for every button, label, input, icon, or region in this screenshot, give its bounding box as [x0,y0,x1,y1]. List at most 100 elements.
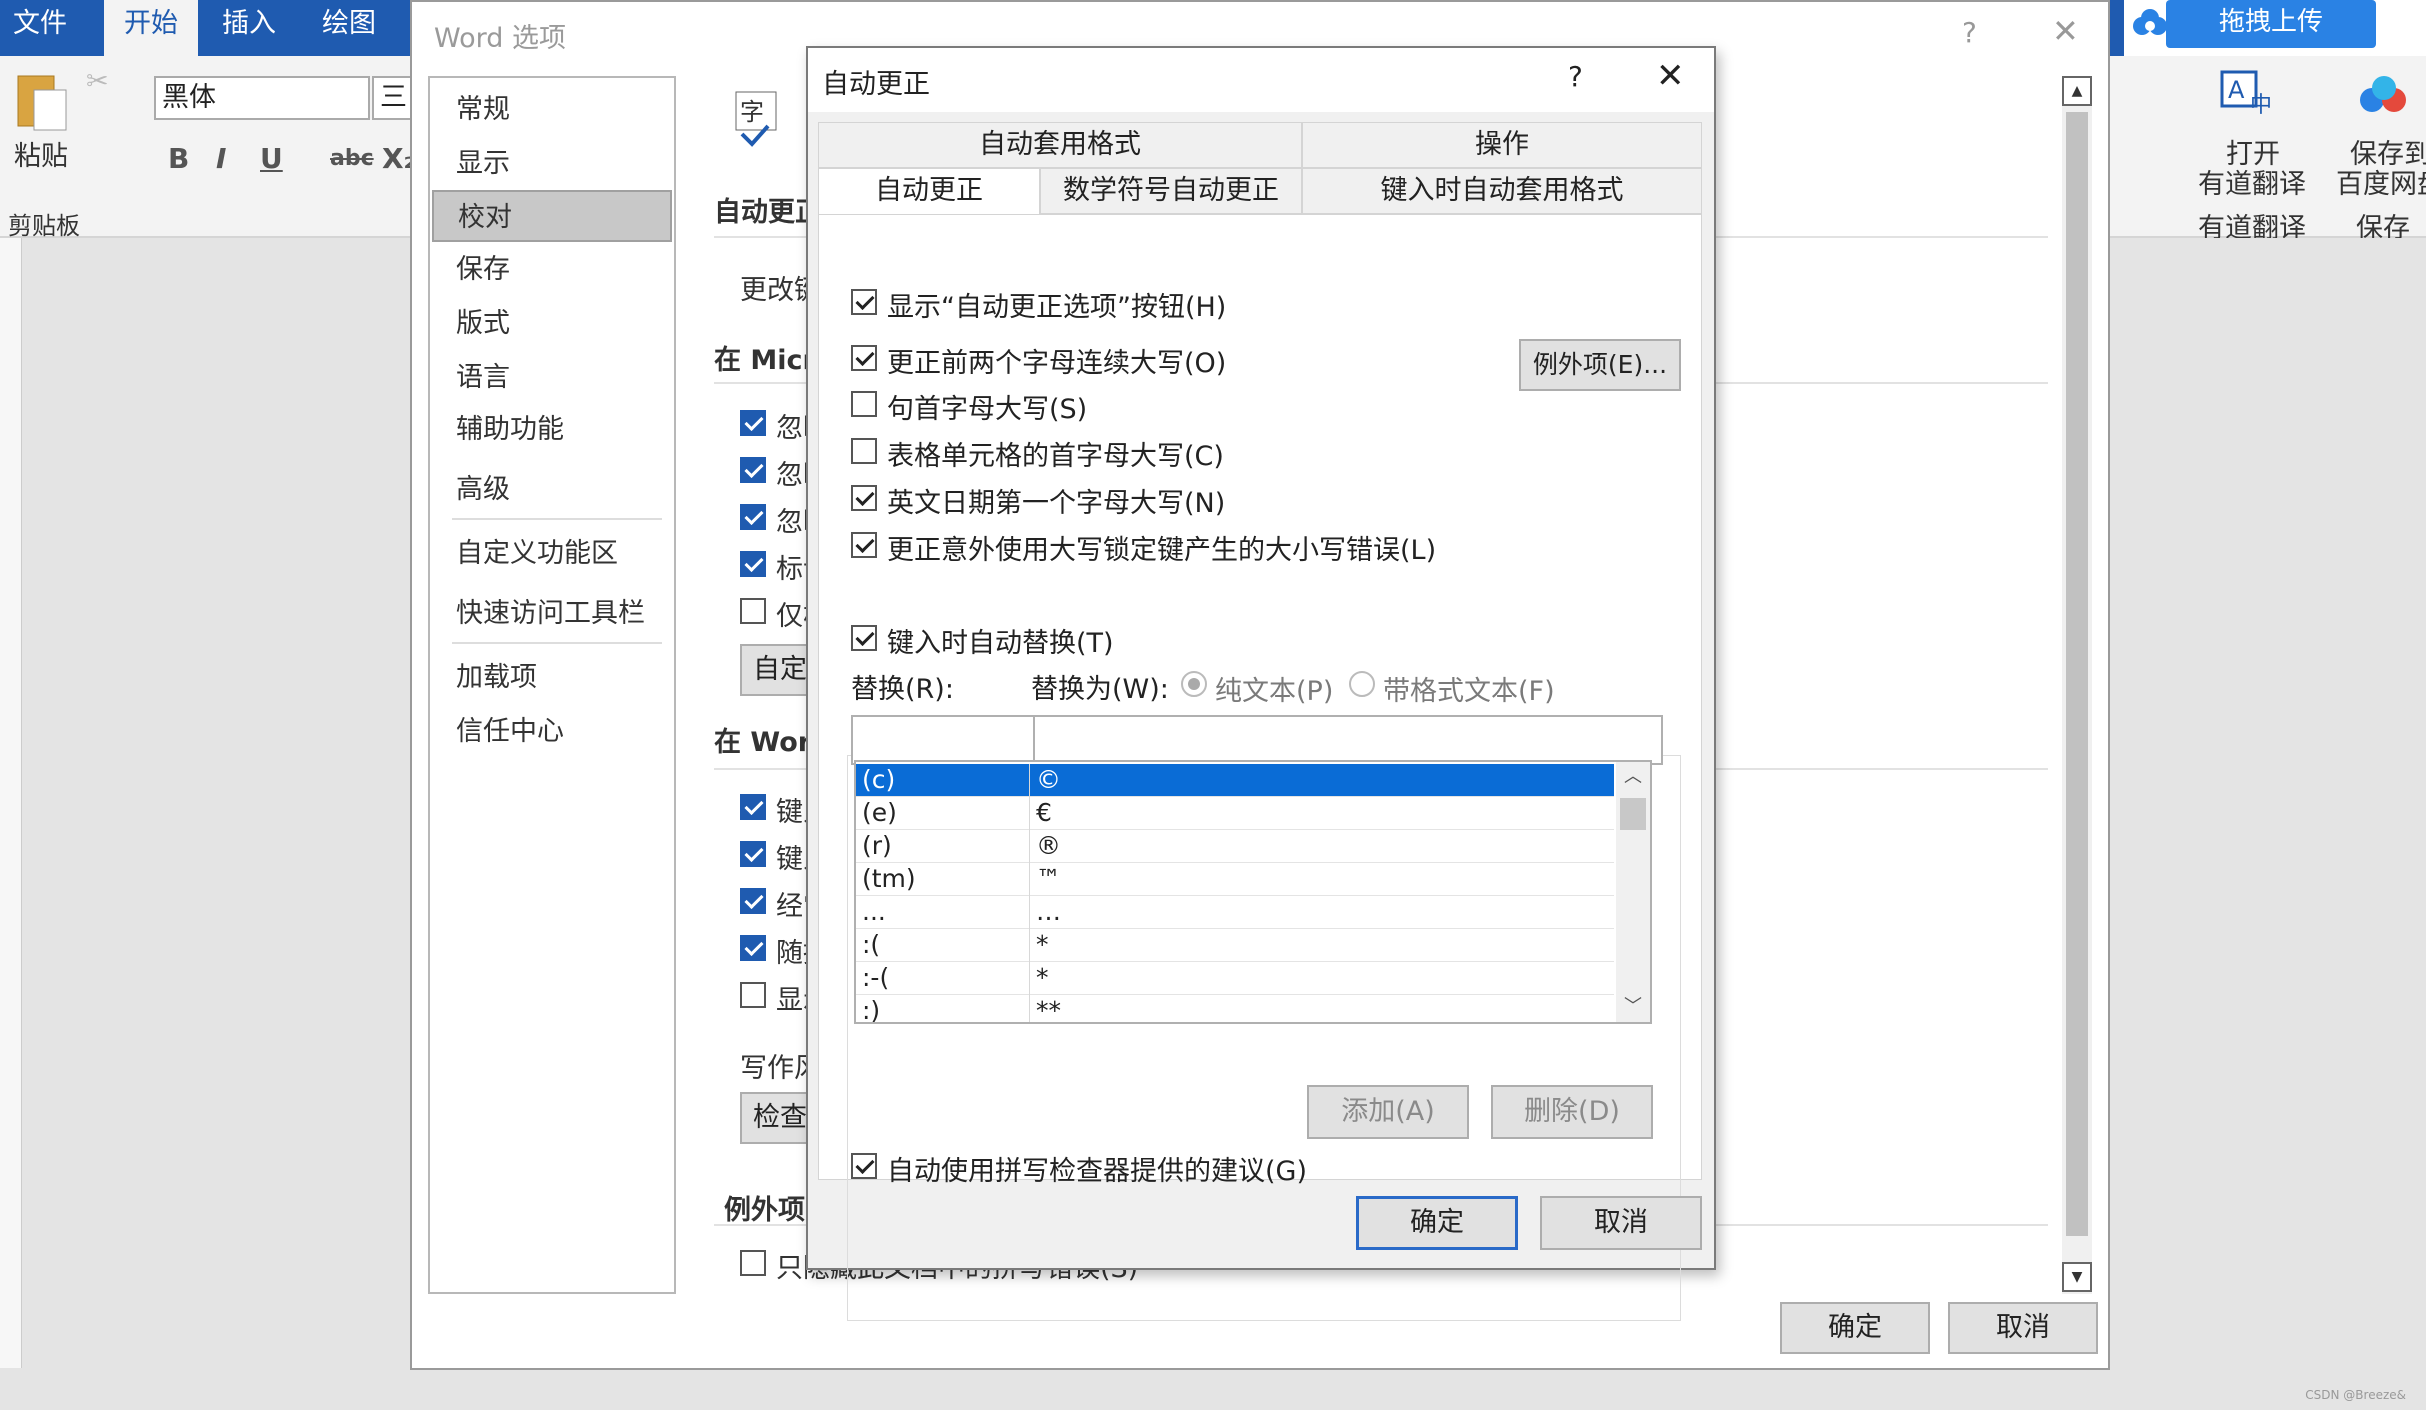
cancel-button[interactable]: 取消 [1540,1196,1702,1250]
nav-separator [452,518,662,520]
word-option-4-checkbox[interactable] [740,935,766,961]
hide-spelling-checkbox[interactable] [740,1250,766,1276]
nav-layout[interactable]: 版式 [432,298,672,350]
tab-autoformat-as-type[interactable]: 键入时自动套用格式 [1302,168,1702,214]
plain-text-label: 纯文本(P) [1215,676,1334,707]
youdao-translate-label[interactable]: 有道翻译 [2198,162,2306,201]
nav-proofing[interactable]: 校对 [432,190,672,242]
table-scrollbar[interactable]: ︿ ﹀ [1616,762,1650,1022]
close-button[interactable]: ✕ [2052,12,2079,50]
ms-option-2-checkbox[interactable] [740,457,766,483]
strikethrough-button[interactable]: abc [330,146,374,171]
tab-home[interactable]: 开始 [104,0,198,56]
word-option-1-checkbox[interactable] [740,794,766,820]
nav-trust-center[interactable]: 信任中心 [432,706,672,758]
baidu-cloud-icon [2133,9,2167,35]
youdao-translate-icon[interactable]: A中 [2218,68,2278,118]
options-scrollbar[interactable]: ▲ ▼ [2062,76,2092,1294]
word-option-2-checkbox[interactable] [740,841,766,867]
table-scroll-thumb[interactable] [1620,798,1646,830]
sentence-cap-label: 句首字母大写(S) [887,394,1088,425]
delete-button[interactable]: 删除(D) [1491,1085,1653,1139]
baidu-netdisk-label[interactable]: 百度网盘 [2336,162,2426,201]
ok-button[interactable]: 确定 [1356,1196,1518,1250]
word-option-3-checkbox[interactable] [740,888,766,914]
replacement-table[interactable]: (c) © (e) € (r) ® (tm) ™...…:(*:-(*:) ** ︿ ﹀ [854,760,1652,1024]
table-cell-cap-checkbox[interactable] [851,438,877,464]
paste-label[interactable]: 粘贴 [14,134,68,173]
scroll-up-icon[interactable]: ▲ [2062,76,2092,106]
underline-button[interactable]: U [260,142,283,175]
options-ok-button[interactable]: 确定 [1780,1302,1930,1354]
help-button[interactable]: ? [1568,60,1583,93]
ms-option-1-checkbox[interactable] [740,410,766,436]
cut-icon[interactable]: ✂ [86,66,109,97]
tab-file[interactable]: 文件 [0,0,80,56]
nav-accessibility[interactable]: 辅助功能 [432,404,672,456]
show-options-buttons-checkbox[interactable] [851,289,877,315]
scroll-down-icon[interactable]: ▼ [2062,1262,2092,1292]
help-button[interactable]: ? [1962,16,1977,49]
table-row[interactable]: ...… [856,896,1614,929]
table-row[interactable]: :) ** [856,995,1614,1024]
table-row[interactable]: (r) ® [856,830,1614,863]
show-options-buttons-label: 显示“自动更正选项”按钮(H) [887,292,1227,323]
replace-cell: (e) [860,797,1030,830]
tab-autoformat[interactable]: 自动套用格式 [818,122,1302,168]
baidu-netdisk-icon[interactable] [2356,74,2412,118]
table-row[interactable]: :-(* [856,962,1614,995]
options-cancel-button[interactable]: 取消 [1948,1302,2098,1354]
table-row[interactable]: (e) € [856,797,1614,830]
replace-input[interactable] [851,715,1035,765]
table-row[interactable]: (tm) ™ [856,863,1614,896]
paste-icon[interactable] [12,66,72,136]
ms-option-4-checkbox[interactable] [740,551,766,577]
with-cell: * [1036,930,1049,959]
replace-as-type-checkbox[interactable] [851,625,877,651]
add-button[interactable]: 添加(A) [1307,1085,1469,1139]
font-name-select[interactable]: 黑体 [154,76,370,120]
formatted-text-radio[interactable] [1349,671,1375,697]
day-names-checkbox[interactable] [851,485,877,511]
ms-option-3-checkbox[interactable] [740,504,766,530]
ms-option-5-checkbox[interactable] [740,598,766,624]
chevron-up-icon[interactable]: ︿ [1616,762,1650,792]
nav-quick-access[interactable]: 快速访问工具栏 [432,588,672,640]
svg-text:A: A [2228,76,2245,104]
caps-lock-checkbox[interactable] [851,532,877,558]
bold-button[interactable]: B [168,142,189,175]
replace-label: 替换(R): [851,674,954,705]
with-input[interactable] [1033,715,1663,765]
chevron-down-icon[interactable]: ﹀ [1616,992,1650,1022]
sentence-cap-checkbox[interactable] [851,391,877,417]
word-option-5-checkbox[interactable] [740,982,766,1008]
table-row[interactable]: :(* [856,929,1614,962]
with-label: 替换为(W): [1031,674,1169,705]
close-button[interactable]: ✕ [1656,56,1685,96]
tab-autocorrect[interactable]: 自动更正 [818,168,1040,214]
exceptions-button[interactable]: 例外项(E)... [1519,339,1681,391]
two-initials-checkbox[interactable] [851,345,877,371]
spell-suggest-checkbox[interactable] [851,1153,877,1179]
replace-cell: (tm) [860,863,1030,896]
nav-advanced[interactable]: 高级 [432,464,672,516]
nav-display[interactable]: 显示 [432,138,672,190]
scroll-thumb[interactable] [2066,112,2088,1236]
vertical-ruler [0,238,22,1368]
drag-upload-button[interactable]: 拖拽上传 [2166,0,2376,48]
with-cell: ** [1036,996,1061,1024]
nav-general[interactable]: 常规 [432,84,672,136]
nav-addins[interactable]: 加载项 [432,652,672,704]
italic-button[interactable]: I [216,142,226,175]
nav-save[interactable]: 保存 [432,244,672,296]
tab-actions[interactable]: 操作 [1302,122,1702,168]
nav-customize-ribbon[interactable]: 自定义功能区 [432,528,672,580]
nav-language[interactable]: 语言 [432,352,672,404]
tab-insert[interactable]: 插入 [204,0,294,56]
table-row[interactable]: (c) © [856,764,1614,797]
tab-math-autocorrect[interactable]: 数学符号自动更正 [1040,168,1302,214]
with-cell: … [1036,897,1061,926]
tab-draw[interactable]: 绘图 [304,0,394,56]
plain-text-radio[interactable] [1181,671,1207,697]
word-options-title: Word 选项 [434,23,566,54]
